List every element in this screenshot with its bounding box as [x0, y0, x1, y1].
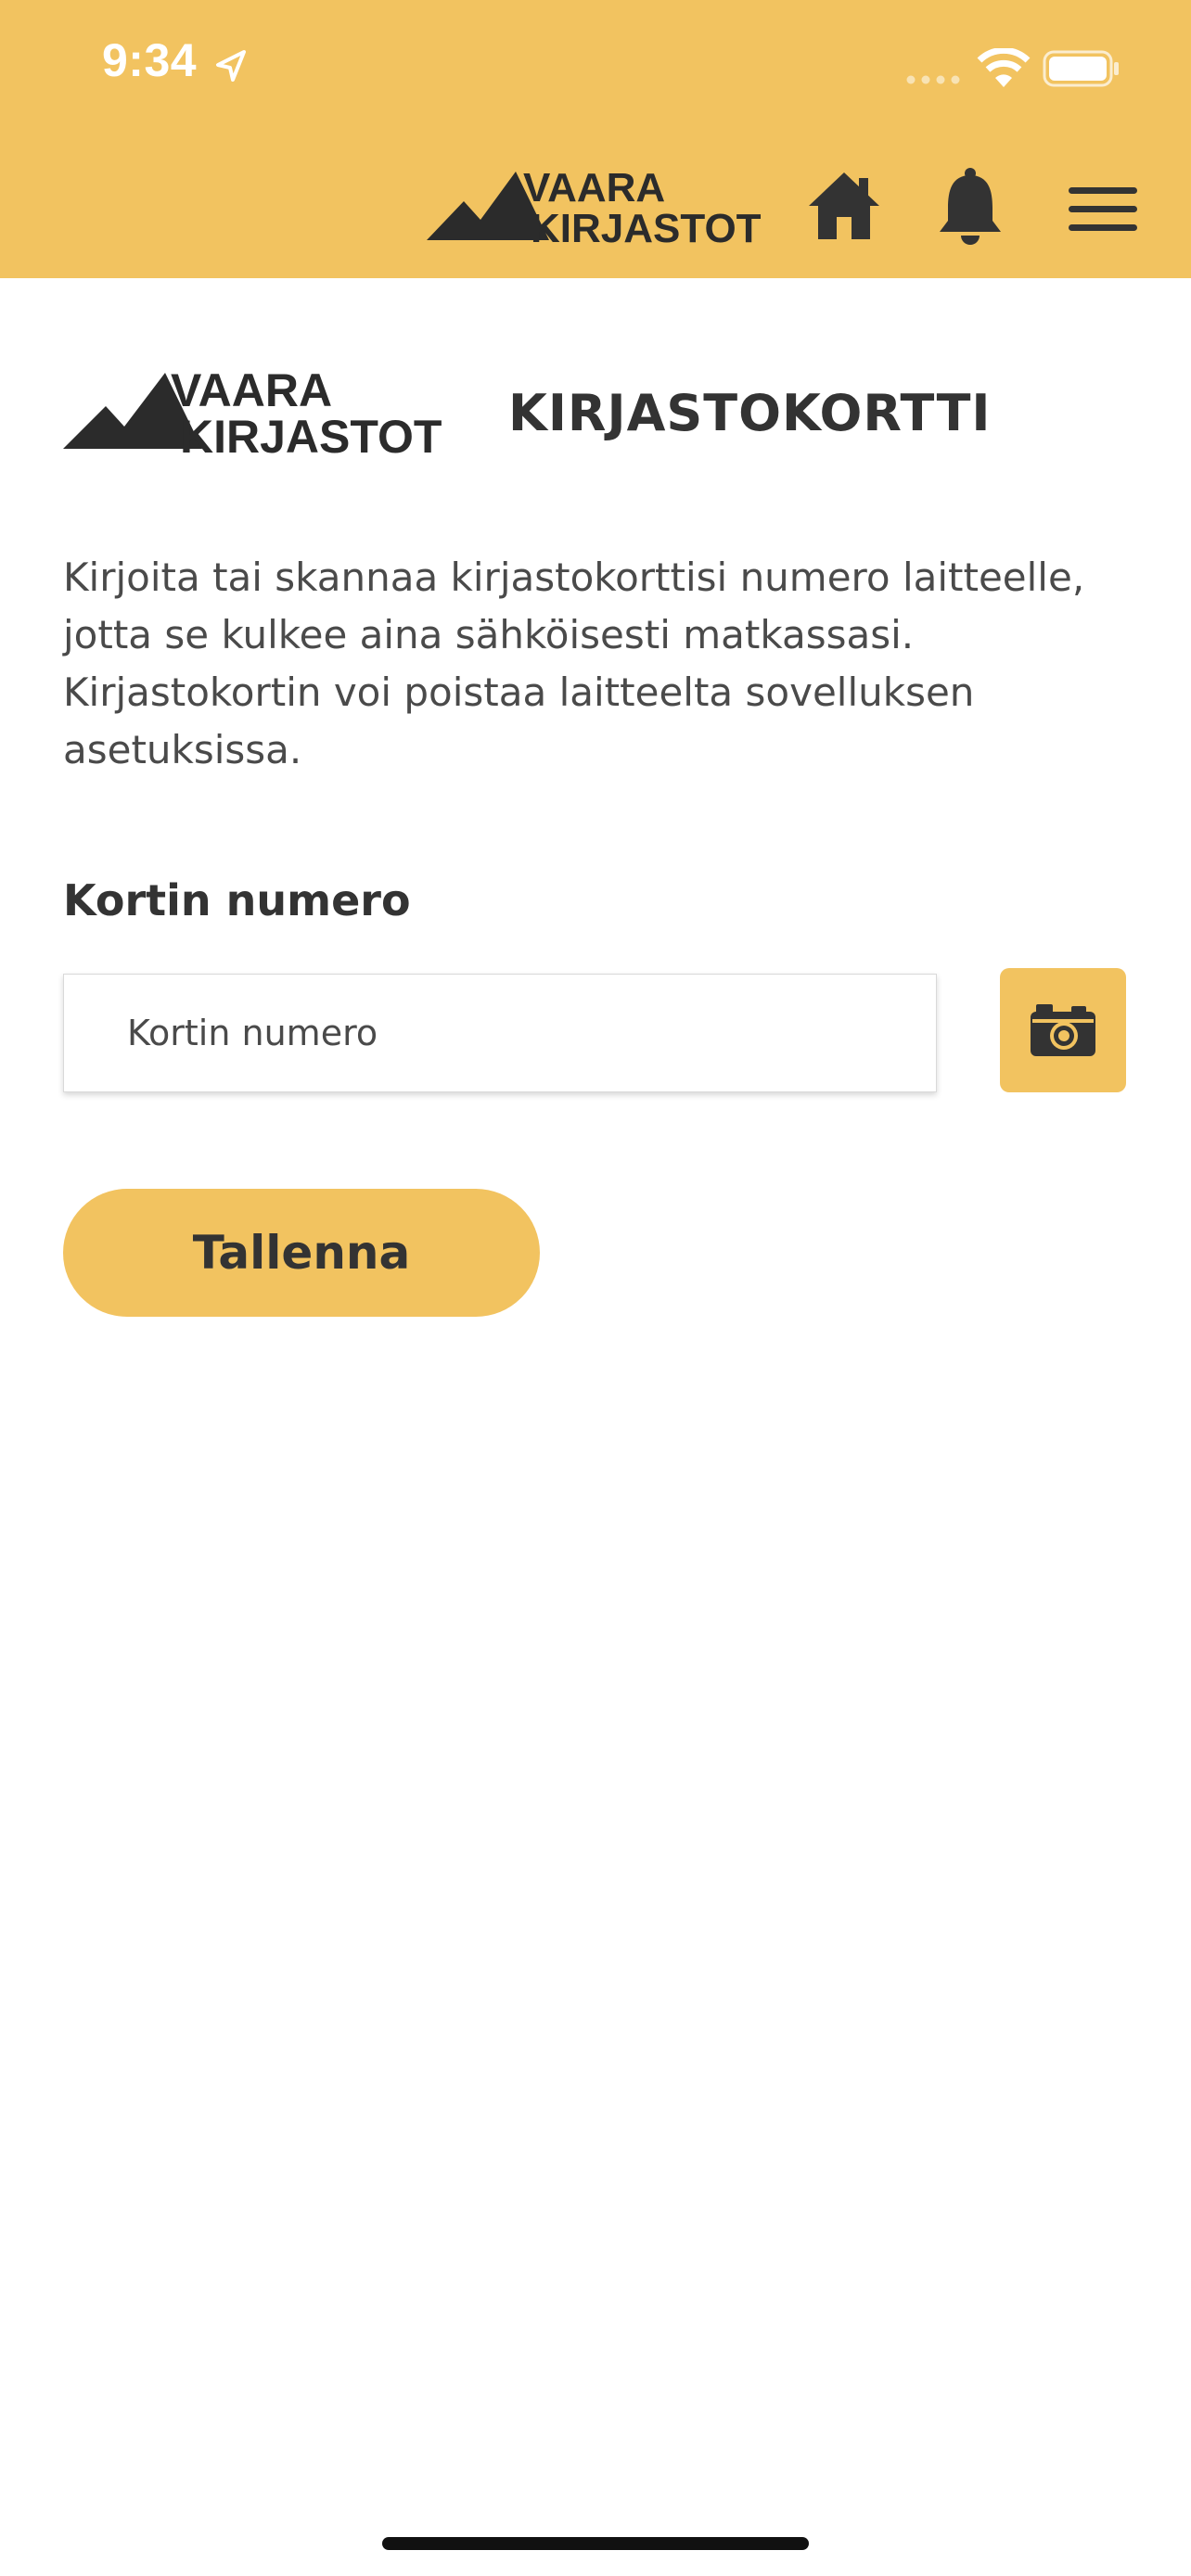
vaara-kirjastot-logo: VAARA KIRJASTOT [427, 165, 762, 251]
menu-icon-bar-bottom [1069, 224, 1137, 231]
save-button[interactable]: Tallenna [63, 1189, 540, 1317]
page-title: KIRJASTOKORTTI [508, 384, 992, 442]
status-bar: 9:34 [0, 0, 1191, 139]
svg-text:VAARA: VAARA [523, 165, 665, 210]
home-indicator[interactable] [382, 2537, 809, 2550]
bell-icon [940, 168, 1001, 245]
menu-icon-bar-top [1069, 187, 1137, 194]
svg-text:KIRJASTOT: KIRJASTOT [180, 411, 442, 462]
intro-line: Kirjoita tai skannaa kirjastokorttisi nu… [63, 555, 1085, 600]
card-number-input[interactable] [63, 974, 937, 1092]
intro-line: Kirjastokortin voi poistaa laitteelta so… [63, 670, 975, 715]
camera-icon [1031, 1004, 1095, 1056]
intro-text: Kirjoita tai skannaa kirjastokorttisi nu… [63, 549, 1130, 779]
hamburger-menu-button[interactable] [1067, 182, 1141, 236]
svg-text:VAARA: VAARA [171, 364, 332, 416]
page-header: VAARA KIRJASTOT KIRJASTOKORTTI [63, 362, 1130, 473]
intro-line: jotta se kulkee aina sähköisesti matkass… [63, 612, 915, 657]
status-time: 9:34 [102, 34, 198, 86]
wifi-icon [977, 48, 1031, 87]
scan-card-button[interactable] [1000, 968, 1126, 1092]
notifications-button[interactable] [937, 167, 1004, 247]
cellular-signal-icon [906, 75, 960, 84]
app-screen: 9:34 VAARA KIRJASTOT VAARA KIRJASTOT KIR… [0, 0, 1191, 2576]
vaara-kirjastot-page-logo: VAARA KIRJASTOT [63, 364, 442, 462]
svg-text:KIRJASTOT: KIRJASTOT [531, 206, 762, 251]
battery-icon [1043, 50, 1119, 87]
home-icon [809, 172, 879, 239]
card-number-label: Kortin numero [63, 875, 411, 925]
location-arrow-icon [216, 50, 246, 82]
home-button[interactable] [807, 169, 881, 243]
app-header: 9:34 VAARA KIRJASTOT [0, 0, 1191, 278]
intro-line: asetuksissa. [63, 727, 302, 772]
menu-icon-bar-middle [1069, 206, 1137, 212]
